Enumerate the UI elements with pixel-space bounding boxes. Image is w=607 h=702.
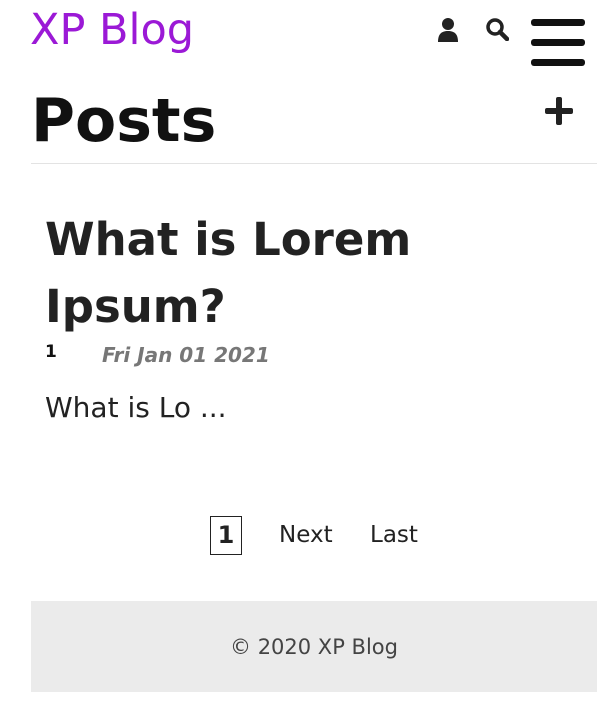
post-title-link[interactable]: What is Lorem Ipsum? [45,206,465,340]
add-post-button[interactable] [544,96,574,126]
footer: © 2020 XP Blog [31,601,597,692]
footer-copyright: © 2020 XP Blog [230,635,398,659]
pagination-current-page[interactable]: 1 [210,516,242,555]
post-excerpt: What is Lo ... [45,391,227,424]
search-icon[interactable] [485,17,510,42]
post-id: 1 [45,342,57,362]
title-divider [31,163,597,164]
brand-logo-link[interactable]: XP Blog [30,2,194,58]
post-date: Fri Jan 01 2021 [102,343,270,367]
pagination-next-link[interactable]: Next [279,519,333,551]
user-icon[interactable] [437,18,459,42]
pagination-last-link[interactable]: Last [370,519,418,551]
page-title: Posts [31,86,217,156]
plus-icon [545,97,573,125]
hamburger-menu-icon[interactable] [531,19,585,67]
